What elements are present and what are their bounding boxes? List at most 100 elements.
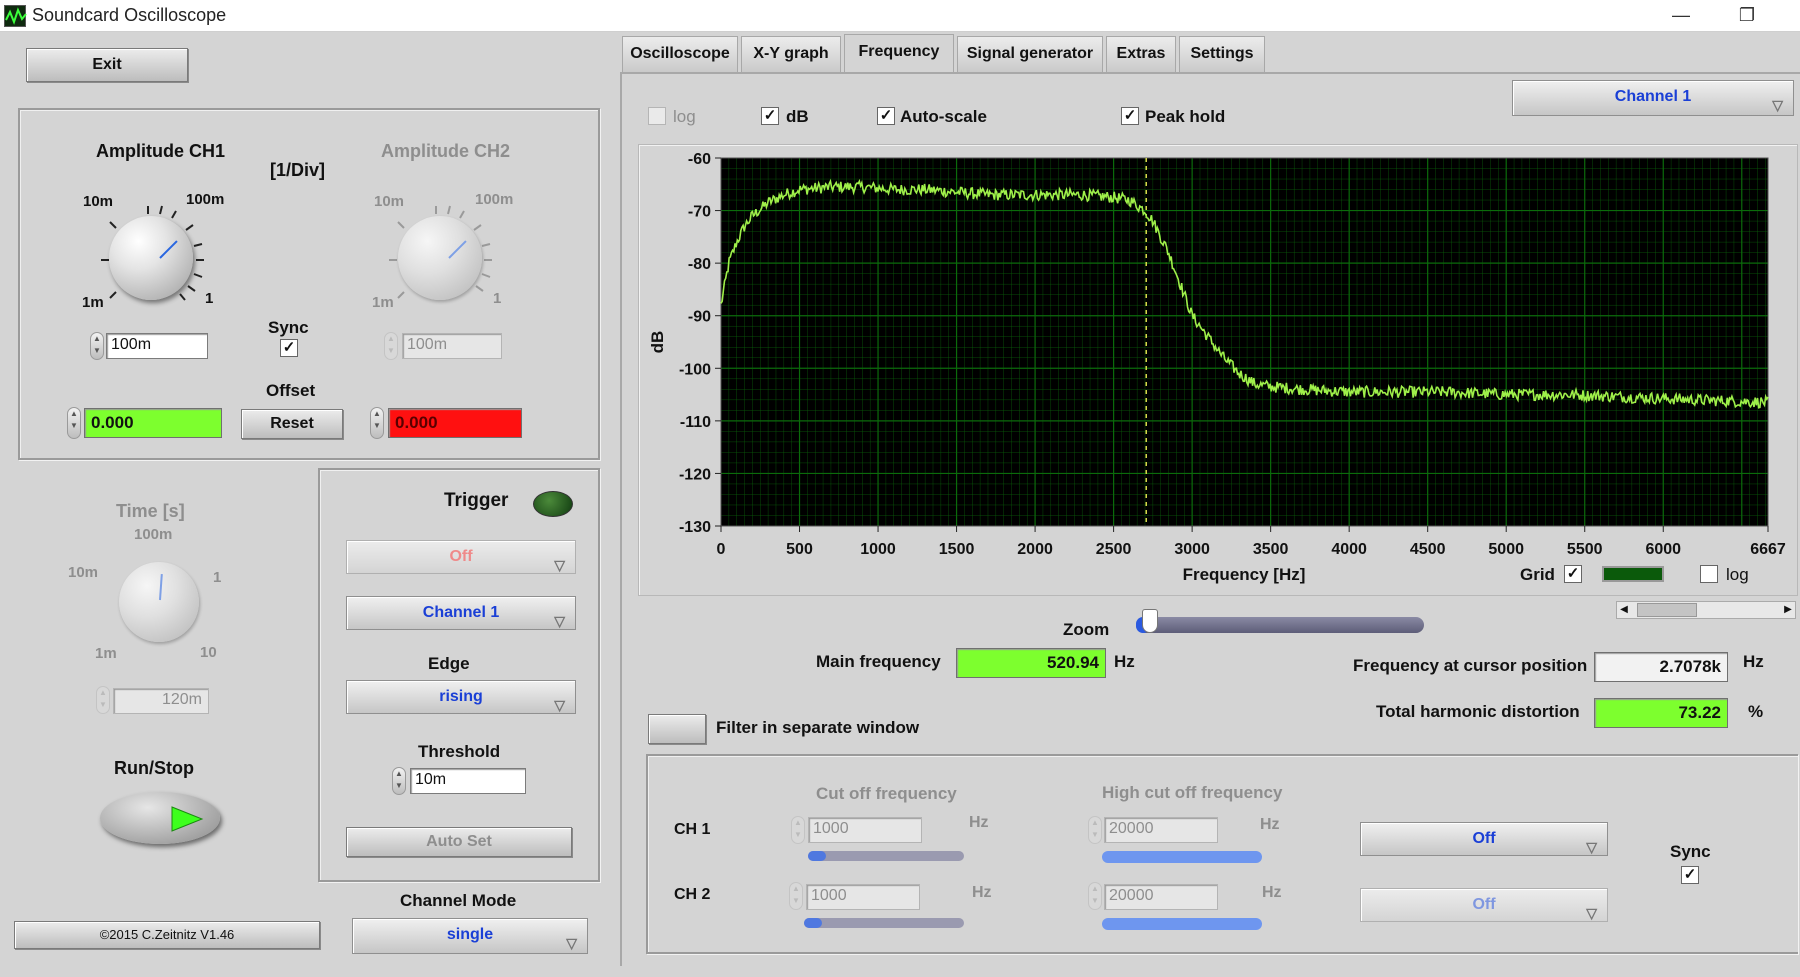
y-tick-label: -80: [688, 256, 711, 273]
autoscale-label: Auto-scale: [900, 107, 987, 126]
cursor-frequency-label: Frequency at cursor position: [1353, 656, 1588, 675]
x-tick-label: 1000: [860, 541, 896, 558]
x-scrollbar[interactable]: ◀ ▶: [1616, 601, 1796, 619]
ch1-cutoff-spinner[interactable]: ▲ ▼: [791, 816, 805, 844]
offset-reset-button[interactable]: Reset: [241, 409, 343, 439]
run-stop-button[interactable]: [100, 792, 220, 844]
peak-hold-label: Peak hold: [1145, 107, 1226, 126]
offset-ch1-field[interactable]: 0.000: [84, 408, 222, 438]
edge-value: rising: [439, 688, 483, 705]
amplitude-ch1-input[interactable]: 100m: [106, 333, 208, 359]
amp-ch2-spinner[interactable]: ▲ ▼: [384, 332, 398, 360]
ch1-high-spinner[interactable]: ▲ ▼: [1088, 816, 1102, 844]
amplitude-ch1-title: Amplitude CH1: [96, 141, 226, 161]
scroll-thumb[interactable]: [1637, 603, 1697, 617]
time-tick-1: 1: [213, 569, 222, 586]
ch2-cutoff-spinner[interactable]: ▲ ▼: [789, 882, 803, 910]
threshold-input[interactable]: 10m: [410, 768, 526, 794]
filter-ch2-mode-select[interactable]: Off ▽: [1360, 888, 1608, 922]
tab-frequency[interactable]: Frequency: [844, 34, 954, 74]
high-cutoff-frequency-label: High cut off frequency: [1102, 783, 1283, 802]
x-tick-label: 2000: [1017, 541, 1053, 558]
tab-signal-generator[interactable]: Signal generator: [957, 36, 1103, 72]
x-tick-label: 2500: [1096, 541, 1132, 558]
channel-mode-select[interactable]: single ▽: [352, 918, 588, 954]
filter-window-label: Filter in separate window: [716, 718, 920, 737]
ch1-cutoff-slider-fill: [808, 851, 826, 861]
filter-ch2-mode-value: Off: [1472, 896, 1496, 913]
offset-ch2-spinner[interactable]: ▲ ▼: [370, 407, 384, 439]
exit-button[interactable]: Exit: [26, 48, 188, 82]
ch2-high-spinner[interactable]: ▲ ▼: [1088, 882, 1102, 910]
trigger-mode-select[interactable]: Off ▽: [346, 540, 576, 574]
sync-checkbox[interactable]: ✓: [280, 339, 298, 357]
edge-select[interactable]: rising ▽: [346, 680, 576, 714]
time-tick-10: 10: [200, 644, 217, 661]
x-log-checkbox[interactable]: [1700, 565, 1718, 583]
filter-ch1-mode-select[interactable]: Off ▽: [1360, 822, 1608, 856]
trigger-title: Trigger: [444, 490, 509, 511]
ch1-cutoff-unit: Hz: [969, 814, 989, 831]
minimize-icon: —: [1672, 5, 1690, 25]
ch2-cutoff-unit: Hz: [972, 884, 992, 901]
x-tick-label: 6667: [1750, 541, 1786, 558]
minimize-button[interactable]: —: [1658, 2, 1704, 28]
spectrum-chart[interactable]: 0 500 1000 1500 2000 2500 3000 3500 4000 4500 5000…: [638, 144, 1798, 596]
tab-oscilloscope[interactable]: Oscilloscope: [622, 36, 738, 72]
thd-unit: %: [1748, 702, 1764, 721]
x-tick-label: 5500: [1567, 541, 1603, 558]
db-checkbox[interactable]: ✓: [761, 107, 779, 125]
tab-extras[interactable]: Extras: [1106, 36, 1176, 72]
filter-ch1-mode-value: Off: [1472, 830, 1496, 847]
ch2-cutoff-input[interactable]: 1000: [806, 884, 920, 910]
threshold-spinner[interactable]: ▲ ▼: [392, 767, 406, 795]
grid-color-swatch[interactable]: [1602, 566, 1664, 582]
ch1-high-slider[interactable]: [1102, 851, 1262, 863]
ch2-high-unit: Hz: [1262, 884, 1282, 901]
run-stop-label: Run/Stop: [114, 758, 194, 778]
amplitude-ch2-input[interactable]: 100m: [402, 333, 502, 359]
ch2-cutoff-slider[interactable]: [804, 918, 964, 928]
filter-sync-checkbox[interactable]: ✓: [1681, 866, 1699, 884]
amp-ch1-spinner[interactable]: ▲ ▼: [90, 332, 104, 360]
y-tick-label: -90: [688, 309, 711, 326]
offset-ch2-field[interactable]: 0.000: [388, 408, 522, 438]
zoom-label: Zoom: [1063, 620, 1110, 639]
x-axis-label: Frequency [Hz]: [1183, 565, 1306, 584]
restore-button[interactable]: ❐: [1724, 2, 1770, 28]
scroll-right-icon[interactable]: ▶: [1781, 602, 1795, 618]
grid-checkbox[interactable]: ✓: [1564, 565, 1582, 583]
tab-xy-graph[interactable]: X-Y graph: [741, 36, 841, 72]
copyright-label: ©2015 C.Zeitnitz V1.46: [14, 921, 320, 949]
ch2-high-input[interactable]: 20000: [1104, 884, 1218, 910]
time-knob[interactable]: [119, 562, 199, 642]
zoom-slider[interactable]: [1136, 609, 1424, 633]
ch2-high-slider[interactable]: [1102, 918, 1262, 930]
time-spinner[interactable]: ▲ ▼: [96, 686, 110, 714]
peak-hold-checkbox[interactable]: ✓: [1121, 107, 1139, 125]
chevron-down-icon: ▽: [554, 613, 565, 629]
autoscale-checkbox[interactable]: ✓: [877, 107, 895, 125]
restore-icon: ❐: [1738, 5, 1756, 25]
auto-set-button[interactable]: Auto Set: [346, 827, 572, 857]
ch1-high-input[interactable]: 20000: [1104, 817, 1218, 843]
main-frequency-label: Main frequency: [816, 652, 941, 671]
y-tick-label: -110: [680, 414, 711, 431]
filter-window-button[interactable]: [648, 714, 706, 744]
time-input[interactable]: 120m: [113, 688, 209, 714]
trigger-mode-value: Off: [449, 548, 473, 565]
ch1-cutoff-slider[interactable]: [808, 851, 964, 861]
chevron-down-icon: ▽: [566, 935, 577, 951]
log-checkbox[interactable]: [648, 107, 666, 125]
channel-mode-value: single: [446, 926, 494, 943]
offset-ch1-spinner[interactable]: ▲ ▼: [67, 407, 81, 439]
frequency-channel-select[interactable]: Channel 1 ▽: [1512, 80, 1794, 116]
scroll-left-icon[interactable]: ◀: [1617, 602, 1631, 618]
trigger-channel-select[interactable]: Channel 1 ▽: [346, 596, 576, 630]
amplitude-ch2-knob[interactable]: [398, 216, 482, 300]
x-tick-label: 500: [786, 541, 813, 558]
ch1-cutoff-input[interactable]: 1000: [808, 817, 922, 843]
tab-settings[interactable]: Settings: [1179, 36, 1265, 72]
amplitude-ch1-knob[interactable]: [109, 216, 193, 300]
zoom-thumb[interactable]: [1142, 609, 1158, 633]
